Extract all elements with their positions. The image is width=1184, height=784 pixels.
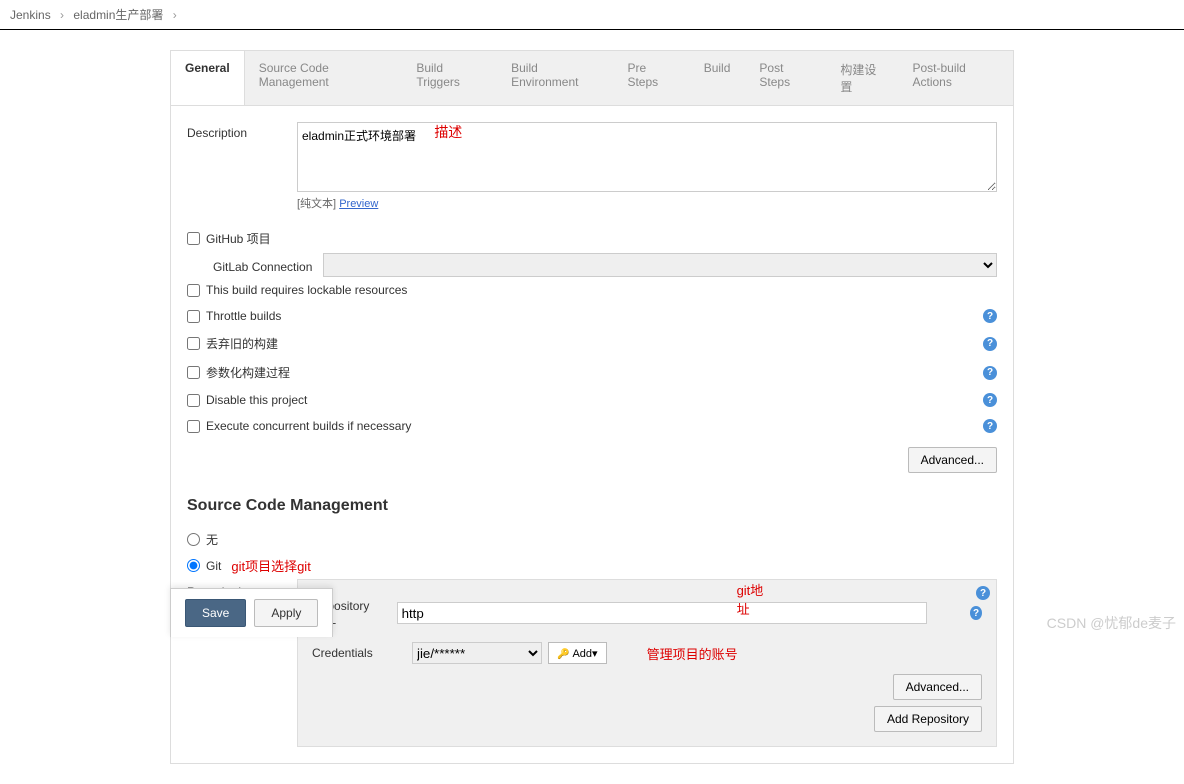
repo-url-input[interactable] <box>397 602 927 624</box>
scm-git-row: Git git项目选择git <box>187 552 997 579</box>
lockable-checkbox[interactable] <box>187 284 200 297</box>
disable-row: Disable this project ? <box>187 387 997 413</box>
advanced-button[interactable]: Advanced... <box>908 447 997 473</box>
parameterized-checkbox[interactable] <box>187 366 200 379</box>
main-container: General Source Code Management Build Tri… <box>0 30 1184 784</box>
lockable-label: This build requires lockable resources <box>206 283 407 297</box>
credentials-label: Credentials <box>312 646 412 660</box>
lockable-row: This build requires lockable resources <box>187 277 997 303</box>
help-icon[interactable]: ? <box>983 309 997 323</box>
github-project-row: GitHub 项目 <box>187 224 997 253</box>
scm-none-row: 无 <box>187 527 997 552</box>
discard-old-label: 丢弃旧的构建 <box>206 335 278 352</box>
description-annotation: 描述 <box>434 122 462 142</box>
scm-git-annotation: git项目选择git <box>231 556 310 575</box>
apply-button[interactable]: Apply <box>254 599 318 627</box>
repo-advanced-button[interactable]: Advanced... <box>893 674 982 700</box>
tab-scm[interactable]: Source Code Management <box>245 51 403 105</box>
throttle-row: Throttle builds ? <box>187 303 997 329</box>
concurrent-checkbox[interactable] <box>187 420 200 433</box>
throttle-checkbox[interactable] <box>187 310 200 323</box>
tab-post-steps[interactable]: Post Steps <box>745 51 826 105</box>
config-tabs: General Source Code Management Build Tri… <box>170 50 1014 106</box>
help-icon[interactable]: ? <box>983 419 997 433</box>
description-textarea[interactable]: eladmin正式环境部署 <box>297 122 997 192</box>
scm-none-label: 无 <box>206 531 218 548</box>
gitlab-connection-select[interactable] <box>323 253 997 277</box>
repositories-panel: ? Repository URL git地址 ? Credentials jie… <box>297 579 997 747</box>
gitlab-connection-label: GitLab Connection <box>213 256 323 274</box>
plain-text-label: [纯文本] <box>297 198 336 210</box>
discard-old-row: 丢弃旧的构建 ? <box>187 329 997 358</box>
help-icon[interactable]: ? <box>976 586 990 600</box>
save-button[interactable]: Save <box>185 599 246 627</box>
concurrent-row: Execute concurrent builds if necessary ? <box>187 413 997 439</box>
tab-build-settings[interactable]: 构建设置 <box>826 51 898 105</box>
tab-general[interactable]: General <box>170 50 245 105</box>
tab-build[interactable]: Build <box>690 51 746 105</box>
disable-label: Disable this project <box>206 393 307 407</box>
breadcrumb-jenkins[interactable]: Jenkins <box>10 8 51 22</box>
help-icon[interactable]: ? <box>983 393 997 407</box>
tab-build-environment[interactable]: Build Environment <box>497 51 613 105</box>
help-icon[interactable]: ? <box>970 606 982 620</box>
scm-git-label: Git <box>206 559 221 573</box>
preview-link[interactable]: Preview <box>339 198 378 210</box>
key-icon: 🔑 <box>557 649 569 660</box>
parameterized-row: 参数化构建过程 ? <box>187 358 997 387</box>
gitlab-connection-row: GitLab Connection <box>187 253 997 277</box>
credentials-select[interactable]: jie/****** <box>412 642 542 664</box>
breadcrumb-separator: › <box>60 8 64 22</box>
tab-build-triggers[interactable]: Build Triggers <box>402 51 497 105</box>
description-row: Description eladmin正式环境部署 [纯文本] Preview … <box>187 122 997 212</box>
description-label: Description <box>187 122 297 140</box>
breadcrumb-separator: › <box>173 8 177 22</box>
repo-url-row: Repository URL git地址 ? <box>312 594 982 632</box>
scm-git-radio[interactable] <box>187 559 200 572</box>
github-project-checkbox[interactable] <box>187 232 200 245</box>
github-project-label: GitHub 项目 <box>206 230 271 247</box>
concurrent-label: Execute concurrent builds if necessary <box>206 419 411 433</box>
breadcrumb: Jenkins › eladmin生产部署 › <box>0 0 1184 30</box>
help-icon[interactable]: ? <box>983 366 997 380</box>
repo-button-group: Advanced... Add Repository <box>312 674 982 732</box>
disable-checkbox[interactable] <box>187 394 200 407</box>
credentials-row: Credentials jie/****** 🔑Add▾ 管理项目的账号 <box>312 642 982 664</box>
breadcrumb-project[interactable]: eladmin生产部署 <box>73 6 163 23</box>
tab-pre-steps[interactable]: Pre Steps <box>613 51 689 105</box>
add-credentials-button[interactable]: 🔑Add▾ <box>548 642 607 664</box>
add-repository-button[interactable]: Add Repository <box>874 706 982 732</box>
tab-post-build-actions[interactable]: Post-build Actions <box>898 51 1013 105</box>
watermark: CSDN @忧郁de麦子 <box>1047 613 1176 633</box>
scm-none-radio[interactable] <box>187 533 200 546</box>
help-icon[interactable]: ? <box>983 337 997 351</box>
throttle-label: Throttle builds <box>206 309 281 323</box>
repo-url-annotation: git地址 <box>737 580 771 618</box>
credentials-annotation: 管理项目的账号 <box>647 644 738 663</box>
tab-content: Description eladmin正式环境部署 [纯文本] Preview … <box>170 106 1014 764</box>
parameterized-label: 参数化构建过程 <box>206 364 290 381</box>
save-bar: Save Apply <box>170 588 333 637</box>
discard-old-checkbox[interactable] <box>187 337 200 350</box>
description-footer: [纯文本] Preview <box>297 195 378 211</box>
scm-section-header: Source Code Management <box>187 497 997 515</box>
